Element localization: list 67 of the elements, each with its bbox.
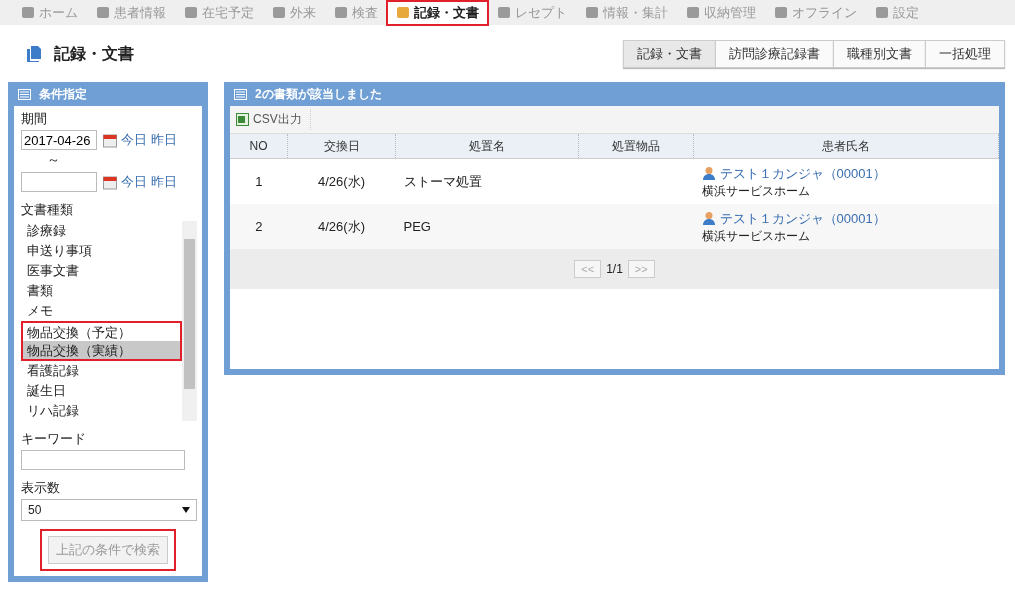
square-icon bbox=[497, 6, 511, 19]
page-indicator: 1/1 bbox=[606, 262, 623, 276]
table-cell: 2 bbox=[230, 204, 288, 249]
square-icon bbox=[272, 6, 286, 19]
panel-title: 条件指定 bbox=[39, 85, 87, 103]
field-label: 期間 bbox=[21, 110, 47, 128]
panel-title: 2の書類が該当しました bbox=[255, 85, 382, 103]
person-icon bbox=[701, 211, 716, 226]
person-icon bbox=[701, 166, 716, 181]
patient-link[interactable]: テスト１カンジャ（00001） bbox=[719, 164, 886, 183]
square-icon bbox=[686, 6, 700, 19]
nav-tab[interactable]: 記録・文書 bbox=[387, 0, 488, 25]
facility-name: 横浜サービスホーム bbox=[701, 182, 810, 199]
column-header: NO bbox=[230, 134, 288, 159]
list-item[interactable]: 医事文書 bbox=[21, 261, 182, 281]
list-item[interactable]: 物品交換（実績） bbox=[21, 341, 182, 361]
calendar-icon bbox=[103, 174, 117, 190]
column-header: 処置物品 bbox=[578, 134, 694, 159]
square-icon bbox=[875, 6, 889, 19]
range-separator: ～ bbox=[46, 151, 60, 169]
csv-export-button[interactable]: CSV出力 bbox=[234, 109, 311, 130]
view-tab[interactable]: 一括処理 bbox=[925, 40, 1005, 68]
column-header: 患者氏名 bbox=[693, 134, 999, 159]
list-icon bbox=[18, 88, 31, 100]
yesterday-link[interactable]: 昨日 bbox=[151, 131, 177, 149]
list-icon bbox=[234, 88, 247, 100]
document-icon bbox=[26, 45, 42, 63]
square-icon bbox=[585, 6, 599, 19]
date-field[interactable] bbox=[21, 172, 97, 192]
table-cell: 4/26(水) bbox=[287, 204, 396, 249]
view-tab[interactable]: 記録・文書 bbox=[623, 40, 716, 68]
date-field[interactable]: 2017-04-26 bbox=[21, 130, 97, 150]
today-link[interactable]: 今日 bbox=[121, 131, 147, 149]
count-dropdown[interactable]: 50 bbox=[21, 499, 197, 521]
field-label: 表示数 bbox=[21, 479, 60, 497]
list-item[interactable]: 書類 bbox=[21, 281, 182, 301]
column-header: 交換日 bbox=[287, 134, 396, 159]
page-title: 記録・文書 bbox=[54, 43, 134, 64]
view-tab[interactable]: 職種別文書 bbox=[833, 40, 926, 68]
square-icon bbox=[334, 6, 348, 19]
column-header: 処置名 bbox=[395, 134, 579, 159]
calendar-icon bbox=[103, 132, 117, 148]
table-cell: PEG bbox=[395, 204, 579, 249]
field-label: 文書種類 bbox=[21, 201, 73, 219]
patient-link[interactable]: テスト１カンジャ（00001） bbox=[719, 209, 886, 228]
spreadsheet-icon bbox=[236, 113, 249, 126]
list-item[interactable]: 申送り事項 bbox=[21, 241, 182, 261]
keyword-field[interactable] bbox=[21, 450, 185, 470]
square-icon bbox=[21, 6, 35, 19]
square-icon bbox=[96, 6, 110, 19]
yesterday-link[interactable]: 昨日 bbox=[151, 173, 177, 191]
square-icon bbox=[184, 6, 198, 19]
field-label: キーワード bbox=[21, 430, 86, 448]
table-cell: 1 bbox=[230, 158, 288, 204]
table-cell: 4/26(水) bbox=[287, 158, 396, 204]
scrollbar[interactable] bbox=[182, 221, 197, 421]
list-item[interactable]: 診療録 bbox=[21, 221, 182, 241]
facility-name: 横浜サービスホーム bbox=[701, 227, 810, 244]
list-item[interactable]: リハ記録 bbox=[21, 401, 182, 421]
today-link[interactable]: 今日 bbox=[121, 173, 147, 191]
square-icon bbox=[774, 6, 788, 19]
list-item[interactable]: 誕生日 bbox=[21, 381, 182, 401]
square-icon bbox=[396, 6, 410, 19]
table-cell: ストーマ処置 bbox=[395, 158, 579, 204]
list-item[interactable]: 看護記録 bbox=[21, 361, 182, 381]
list-item[interactable]: メモ bbox=[21, 301, 182, 321]
view-tab[interactable]: 訪問診療記録書 bbox=[715, 40, 834, 68]
